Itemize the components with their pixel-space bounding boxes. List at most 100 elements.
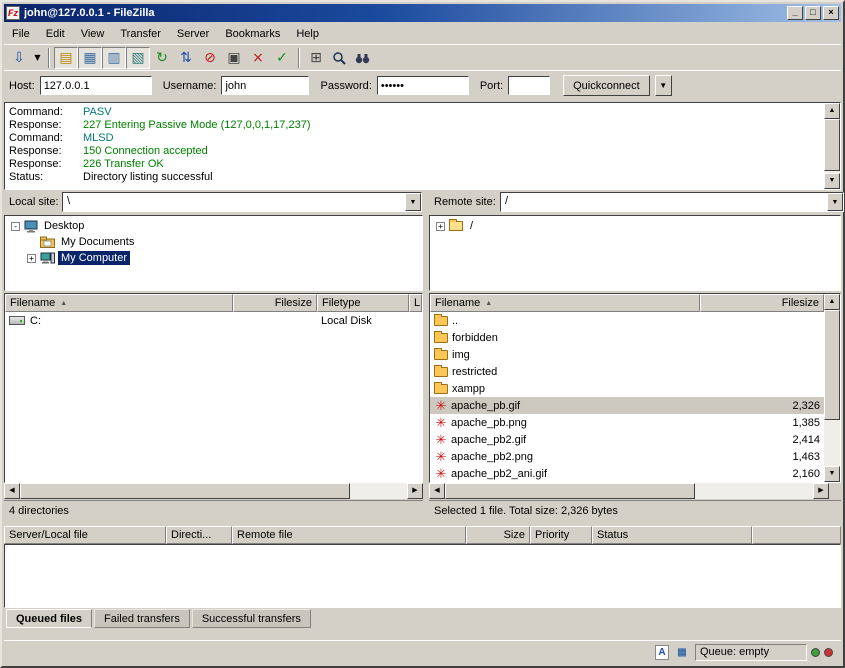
tree-item-my-computer[interactable]: + My Computer bbox=[5, 250, 422, 266]
queue-header: Server/Local file Directi... Remote file… bbox=[4, 526, 841, 544]
password-input[interactable] bbox=[377, 76, 469, 95]
scrollbar-thumb[interactable] bbox=[824, 310, 840, 420]
site-manager-dropdown-button[interactable]: ▼ bbox=[31, 47, 44, 69]
ascii-mode-icon[interactable]: A bbox=[655, 645, 669, 660]
quickconnect-button[interactable]: Quickconnect bbox=[563, 75, 650, 96]
scrollbar-thumb[interactable] bbox=[20, 483, 350, 499]
keypad-icon[interactable]: ▦ bbox=[673, 645, 691, 661]
menu-bookmarks[interactable]: Bookmarks bbox=[217, 25, 288, 43]
file-row[interactable]: ✳apache_pb.png1,385 bbox=[430, 414, 824, 431]
file-row[interactable]: xampp bbox=[430, 380, 824, 397]
verify-button[interactable]: ✓ bbox=[270, 47, 294, 69]
maximize-button[interactable]: □ bbox=[805, 6, 821, 20]
host-input[interactable] bbox=[40, 76, 152, 95]
process-queue-button[interactable]: ⇅ bbox=[174, 47, 198, 69]
file-row-selected[interactable]: ✳apache_pb.gif2,326 bbox=[430, 397, 824, 414]
menu-server[interactable]: Server bbox=[169, 25, 217, 43]
queue-tabs: Queued files Failed transfers Successful… bbox=[6, 609, 311, 629]
file-row[interactable]: .. bbox=[430, 312, 824, 329]
menu-file[interactable]: File bbox=[4, 25, 38, 43]
menu-transfer[interactable]: Transfer bbox=[112, 25, 169, 43]
column-header-remote-file[interactable]: Remote file bbox=[232, 526, 466, 544]
toggle-remote-tree-button[interactable]: ▥ bbox=[102, 47, 126, 69]
quickconnect-bar: Host: Username: Password: Port: Quickcon… bbox=[4, 70, 841, 100]
file-row[interactable]: C: Local Disk bbox=[5, 312, 422, 329]
local-status-text: 4 directories bbox=[4, 500, 423, 520]
disconnect-button[interactable]: × bbox=[246, 47, 270, 69]
remote-site-combo[interactable]: / ▼ bbox=[500, 192, 844, 212]
menu-view[interactable]: View bbox=[73, 25, 113, 43]
remote-status-text: Selected 1 file. Total size: 2,326 bytes bbox=[429, 500, 841, 520]
refresh-icon: ↻ bbox=[156, 51, 168, 65]
file-row[interactable]: restricted bbox=[430, 363, 824, 380]
local-site-combo[interactable]: \ ▼ bbox=[62, 192, 422, 212]
site-manager-button[interactable]: ⇩ bbox=[7, 47, 31, 69]
log-scrollbar[interactable]: ▲ ▼ bbox=[824, 103, 840, 189]
column-header-size[interactable]: Size bbox=[466, 526, 530, 544]
file-type: Local Disk bbox=[317, 312, 409, 329]
file-size bbox=[700, 329, 824, 346]
file-row[interactable]: ✳apache_pb2.gif2,414 bbox=[430, 431, 824, 448]
column-header-filesize[interactable]: Filesize bbox=[700, 294, 824, 312]
compare-button[interactable]: ⊞ bbox=[304, 47, 328, 69]
tab-successful-transfers[interactable]: Successful transfers bbox=[192, 609, 311, 628]
column-header-status[interactable]: Status bbox=[592, 526, 752, 544]
scroll-right-icon[interactable]: ▶ bbox=[813, 483, 829, 499]
search-button[interactable] bbox=[328, 47, 352, 69]
remote-list-scrollbar[interactable]: ▲ ▼ bbox=[824, 294, 840, 482]
local-hscrollbar[interactable]: ◀ ▶ bbox=[4, 483, 423, 499]
file-row[interactable]: img bbox=[430, 346, 824, 363]
column-header-filename[interactable]: Filename▲ bbox=[430, 294, 700, 312]
scroll-down-icon[interactable]: ▼ bbox=[824, 173, 840, 189]
username-input[interactable] bbox=[221, 76, 309, 95]
toggle-local-tree-button[interactable]: ▦ bbox=[78, 47, 102, 69]
quickconnect-dropdown-button[interactable]: ▼ bbox=[655, 75, 672, 96]
expand-icon[interactable]: + bbox=[27, 254, 36, 263]
remote-hscrollbar[interactable]: ◀ ▶ bbox=[429, 483, 829, 499]
file-row[interactable]: ✳apache_pb2.png1,463 bbox=[430, 448, 824, 465]
dropdown-arrow-icon[interactable]: ▼ bbox=[405, 193, 421, 211]
port-input[interactable] bbox=[508, 76, 550, 95]
tab-queued-files[interactable]: Queued files bbox=[6, 609, 92, 628]
scroll-right-icon[interactable]: ▶ bbox=[407, 483, 423, 499]
tree-item-my-documents[interactable]: My Documents bbox=[5, 234, 422, 250]
toggle-queue-button[interactable]: ▧ bbox=[126, 47, 150, 69]
abort-button[interactable]: ⊘ bbox=[198, 47, 222, 69]
menu-edit[interactable]: Edit bbox=[38, 25, 73, 43]
dropdown-arrow-icon[interactable]: ▼ bbox=[827, 193, 843, 211]
scroll-up-icon[interactable]: ▲ bbox=[824, 103, 840, 119]
file-row[interactable]: forbidden bbox=[430, 329, 824, 346]
expand-icon[interactable]: + bbox=[436, 222, 445, 231]
tree-item-desktop[interactable]: - Desktop bbox=[5, 218, 422, 234]
menu-help[interactable]: Help bbox=[288, 25, 327, 43]
minimize-button[interactable]: _ bbox=[787, 6, 803, 20]
scroll-down-icon[interactable]: ▼ bbox=[824, 466, 840, 482]
scroll-up-icon[interactable]: ▲ bbox=[824, 294, 840, 310]
column-header-filetype[interactable]: Filetype bbox=[317, 294, 409, 312]
tab-failed-transfers[interactable]: Failed transfers bbox=[94, 609, 190, 628]
toggle-message-log-button[interactable]: ▤ bbox=[54, 47, 78, 69]
scrollbar-thumb[interactable] bbox=[824, 119, 840, 171]
collapse-icon[interactable]: - bbox=[11, 222, 20, 231]
scroll-left-icon[interactable]: ◀ bbox=[4, 483, 20, 499]
file-row[interactable]: ✳apache_pb2_ani.gif2,160 bbox=[430, 465, 824, 482]
column-header-lastmodified[interactable]: L bbox=[409, 294, 422, 312]
image-file-icon: ✳ bbox=[434, 398, 448, 413]
checkmark-icon: ✓ bbox=[276, 51, 288, 65]
column-header-direction[interactable]: Directi... bbox=[166, 526, 232, 544]
local-file-list: Filename▲ Filesize Filetype L C: Local D… bbox=[4, 293, 423, 483]
queue-list[interactable] bbox=[4, 544, 841, 608]
column-header-filename[interactable]: Filename▲ bbox=[5, 294, 233, 312]
scrollbar-thumb[interactable] bbox=[445, 483, 695, 499]
column-header-server-local-file[interactable]: Server/Local file bbox=[4, 526, 166, 544]
refresh-button[interactable]: ↻ bbox=[150, 47, 174, 69]
tree-item-root[interactable]: + / bbox=[430, 218, 840, 234]
scroll-left-icon[interactable]: ◀ bbox=[429, 483, 445, 499]
remote-tree: + / bbox=[429, 215, 841, 291]
filter-button[interactable]: ▣ bbox=[222, 47, 246, 69]
log-line: Status:Directory listing successful bbox=[9, 171, 820, 184]
column-header-filesize[interactable]: Filesize bbox=[233, 294, 317, 312]
find-button[interactable] bbox=[352, 47, 376, 69]
column-header-priority[interactable]: Priority bbox=[530, 526, 592, 544]
close-button[interactable]: × bbox=[823, 6, 839, 20]
